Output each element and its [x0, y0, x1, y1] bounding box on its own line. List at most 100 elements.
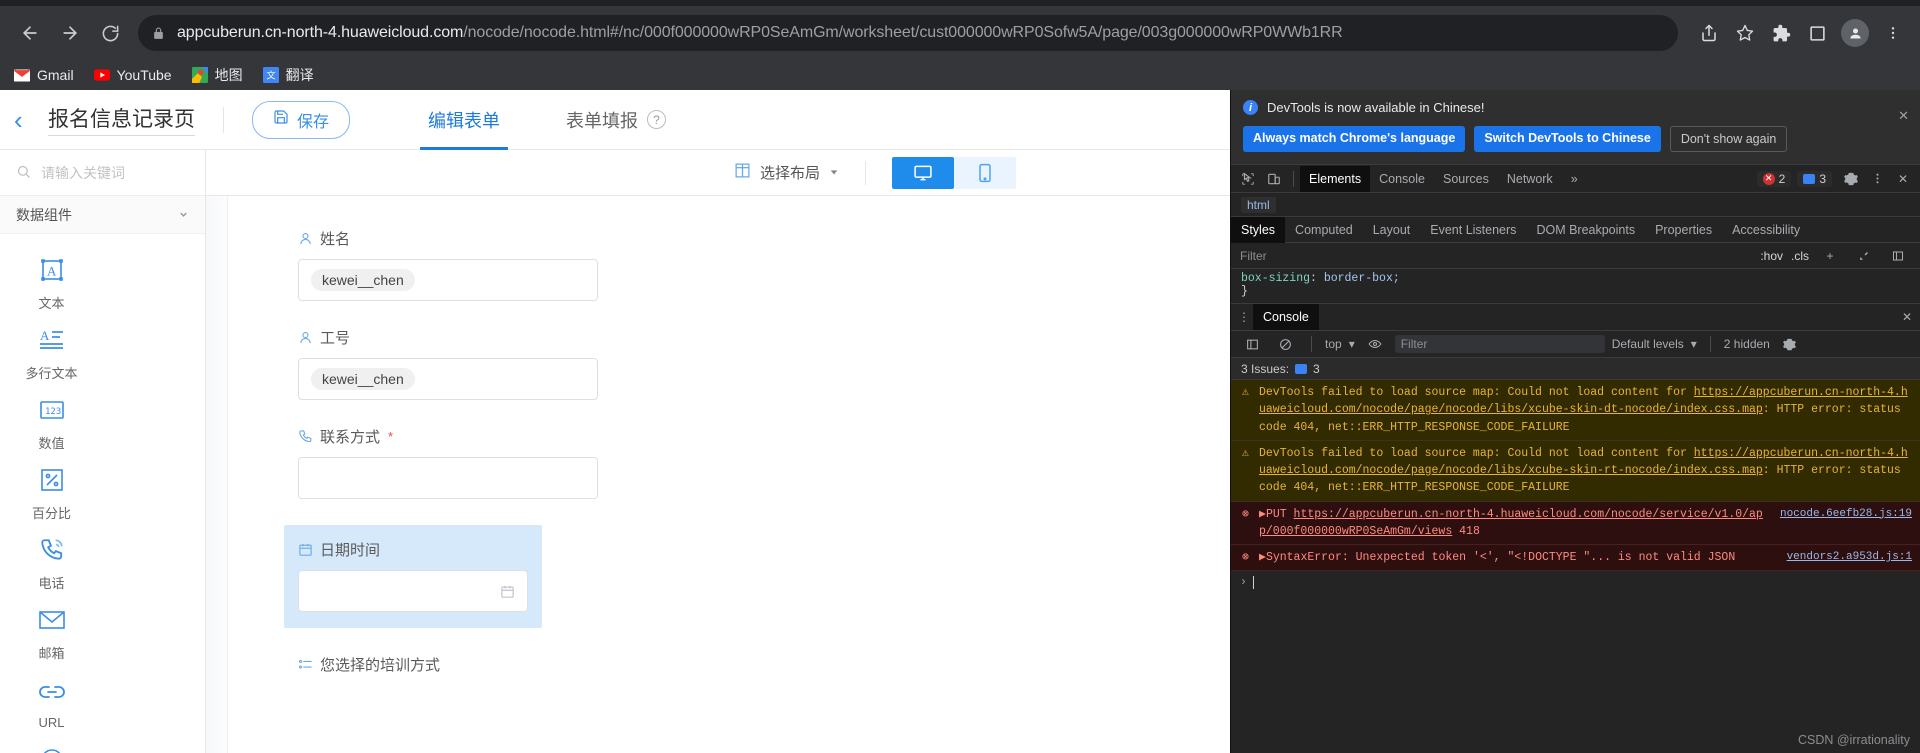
- share-icon[interactable]: [1692, 16, 1726, 50]
- devtools-more-icon[interactable]: [1864, 166, 1890, 192]
- drawer-menu-icon[interactable]: ⋮: [1235, 310, 1253, 324]
- console-log-entry[interactable]: ⊗ nocode.6eefb28.js:19 ▶PUT https://appcu…: [1231, 501, 1920, 545]
- component-percent[interactable]: 百分比: [0, 458, 103, 528]
- save-button[interactable]: 保存: [252, 100, 351, 139]
- styles-filter-input[interactable]: Filter: [1240, 249, 1752, 263]
- console-filter-input[interactable]: Filter: [1394, 335, 1605, 353]
- styles-tab-dom-breakpoints[interactable]: DOM Breakpoints: [1526, 217, 1645, 243]
- required-asterisk: *: [388, 429, 394, 444]
- devtools-settings-gear-icon[interactable]: [1838, 166, 1864, 192]
- desktop-view-button[interactable]: [892, 156, 954, 189]
- live-expression-eye-icon[interactable]: [1362, 331, 1388, 357]
- expand-triangle-icon[interactable]: ▶: [1259, 551, 1266, 564]
- console-log-entry[interactable]: ⊗ vendors2.a953d.js:1 ▶SyntaxError: Unexp…: [1231, 545, 1920, 572]
- log-source[interactable]: nocode.6eefb28.js:19: [1780, 506, 1912, 523]
- drawer-tab-console[interactable]: Console: [1253, 304, 1319, 330]
- computed-styles-icon[interactable]: [1851, 243, 1877, 269]
- styles-tab-event-listeners[interactable]: Event Listeners: [1420, 217, 1526, 243]
- devtools-dock-icon[interactable]: [1800, 16, 1834, 50]
- help-icon[interactable]: ?: [647, 110, 667, 129]
- back-button[interactable]: [10, 13, 50, 53]
- clear-console-icon[interactable]: [1272, 331, 1298, 357]
- message-count-badge[interactable]: 3: [1797, 170, 1832, 187]
- console-log-entry[interactable]: ⚠ DevTools failed to load source map: Co…: [1231, 440, 1920, 502]
- devtools-tab-network[interactable]: Network: [1498, 166, 1562, 192]
- field-input[interactable]: kewei__chen: [298, 259, 598, 301]
- component-number[interactable]: 123 数值: [0, 388, 103, 458]
- component-phone[interactable]: 电话: [0, 528, 103, 598]
- bookmark-gmail[interactable]: Gmail: [14, 67, 74, 83]
- address-bar[interactable]: appcuberun.cn-north-4.huaweicloud.com/no…: [138, 15, 1678, 51]
- console-levels-selector[interactable]: Default levels: [1612, 337, 1684, 351]
- component-multiline-text[interactable]: A 多行文本: [0, 318, 103, 388]
- info-icon: i: [1243, 100, 1258, 115]
- device-toolbar-icon[interactable]: [1261, 166, 1287, 192]
- console-log-entry[interactable]: ⚠ DevTools failed to load source map: Co…: [1231, 380, 1920, 441]
- new-style-rule-icon[interactable]: +: [1817, 243, 1843, 269]
- bookmark-star-icon[interactable]: [1728, 16, 1762, 50]
- log-source[interactable]: vendors2.a953d.js:1: [1787, 549, 1912, 566]
- inspect-element-icon[interactable]: [1235, 166, 1261, 192]
- extensions-puzzle-icon[interactable]: [1764, 16, 1798, 50]
- console-issues-bar[interactable]: 3 Issues: 3: [1231, 358, 1920, 380]
- styles-tab-layout[interactable]: Layout: [1363, 217, 1421, 243]
- devtools-more-tabs-icon[interactable]: »: [1562, 166, 1587, 192]
- log-link[interactable]: https://appcuberun.cn-north-4.huaweiclou…: [1259, 508, 1763, 538]
- component-search-row[interactable]: [0, 150, 205, 196]
- styles-tab-styles[interactable]: Styles: [1231, 216, 1286, 243]
- console-context-selector[interactable]: top: [1325, 337, 1342, 351]
- console-sidebar-icon[interactable]: [1239, 331, 1265, 357]
- expand-triangle-icon[interactable]: ▶: [1259, 508, 1266, 521]
- component-url[interactable]: URL: [0, 668, 103, 738]
- always-match-language-button[interactable]: Always match Chrome's language: [1243, 126, 1466, 152]
- chrome-menu-icon[interactable]: [1876, 16, 1910, 50]
- browser-navigation-bar: appcuberun.cn-north-4.huaweicloud.com/no…: [0, 6, 1920, 60]
- cls-button[interactable]: .cls: [1791, 249, 1809, 263]
- bookmark-youtube[interactable]: YouTube: [93, 67, 172, 83]
- breadcrumb-html[interactable]: html: [1241, 196, 1276, 213]
- component-email[interactable]: 邮箱: [0, 598, 103, 668]
- devtools-tab-sources[interactable]: Sources: [1434, 166, 1498, 192]
- field-input[interactable]: [298, 570, 528, 612]
- close-banner-icon[interactable]: ✕: [1898, 108, 1909, 124]
- hov-button[interactable]: :hov: [1760, 249, 1783, 263]
- search-input[interactable]: [41, 164, 181, 181]
- styles-tab-accessibility[interactable]: Accessibility: [1722, 217, 1810, 243]
- field-input[interactable]: kewei__chen: [298, 358, 598, 400]
- form-field-datetime-selected[interactable]: 日期时间: [284, 525, 542, 628]
- page-title[interactable]: 报名信息记录页: [48, 103, 195, 136]
- forward-button[interactable]: [50, 13, 90, 53]
- bookmark-maps[interactable]: 地图: [191, 65, 243, 85]
- component-currency[interactable]: 金额: [0, 738, 103, 753]
- devtools-close-icon[interactable]: ✕: [1890, 166, 1916, 192]
- devtools-tab-console[interactable]: Console: [1370, 166, 1434, 192]
- console-settings-gear-icon[interactable]: [1777, 331, 1803, 357]
- banner-message-row: i DevTools is now available in Chinese!: [1243, 100, 1908, 115]
- url-text: appcuberun.cn-north-4.huaweicloud.com/no…: [177, 24, 1343, 42]
- close-drawer-icon[interactable]: ✕: [1898, 310, 1916, 324]
- form-field-training-method[interactable]: 您选择的培训方式: [298, 654, 598, 675]
- select-layout-button[interactable]: 选择布局: [734, 162, 839, 183]
- form-field-name[interactable]: 姓名 kewei__chen: [298, 228, 598, 301]
- form-field-employee-id[interactable]: 工号 kewei__chen: [298, 327, 598, 400]
- profile-avatar[interactable]: [1841, 19, 1869, 47]
- styles-tab-properties[interactable]: Properties: [1645, 217, 1722, 243]
- bookmark-label: YouTube: [116, 67, 172, 83]
- switch-to-chinese-button[interactable]: Switch DevTools to Chinese: [1474, 126, 1661, 152]
- console-prompt[interactable]: ›: [1231, 571, 1920, 594]
- group-header-data-components[interactable]: 数据组件: [0, 196, 205, 234]
- toggle-sidebar-icon[interactable]: [1885, 243, 1911, 269]
- tab-edit-form[interactable]: 编辑表单: [420, 90, 509, 150]
- error-count-badge[interactable]: ✕ 2: [1756, 170, 1792, 187]
- back-chevron-icon[interactable]: ‹: [14, 107, 48, 133]
- bookmark-translate[interactable]: 文 翻译: [262, 65, 314, 85]
- reload-button[interactable]: [90, 13, 130, 53]
- devtools-tab-elements[interactable]: Elements: [1300, 165, 1371, 192]
- component-text[interactable]: A 文本: [0, 248, 103, 318]
- form-field-contact[interactable]: 联系方式 *: [298, 426, 598, 499]
- styles-tab-computed[interactable]: Computed: [1285, 217, 1363, 243]
- dont-show-again-button[interactable]: Don't show again: [1669, 126, 1788, 152]
- tab-form-fill[interactable]: 表单填报 ?: [558, 90, 674, 150]
- field-input[interactable]: [298, 457, 598, 499]
- mobile-view-button[interactable]: [954, 156, 1016, 189]
